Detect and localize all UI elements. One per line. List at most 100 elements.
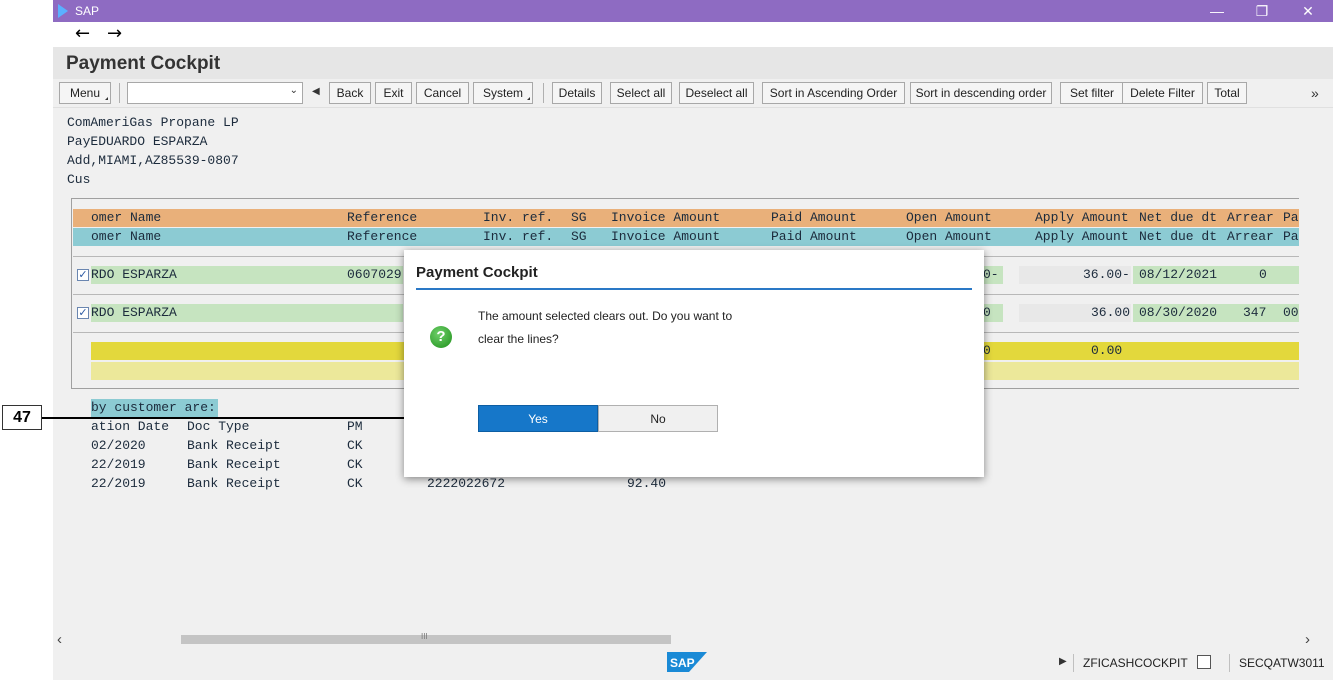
col-header-pa[interactable]: Pa (1283, 228, 1299, 246)
deselect-all-button[interactable]: Deselect all (679, 82, 754, 104)
menu-button[interactable]: Menu (59, 82, 111, 104)
col-header-date: ation Date (91, 419, 170, 434)
col-header-paid-amount[interactable]: Paid Amount (771, 228, 857, 246)
status-separator (1073, 654, 1074, 672)
arrear: 347 (1243, 305, 1267, 320)
total-open-amount: 0 (983, 343, 991, 358)
arrear: 0 (1259, 267, 1267, 282)
col-header-reference[interactable]: Reference (347, 209, 417, 227)
system-button[interactable]: System (473, 82, 533, 104)
close-button[interactable]: ✕ (1296, 1, 1320, 21)
set-filter-button[interactable]: Set filter (1060, 82, 1124, 104)
page-title: Payment Cockpit (66, 53, 221, 74)
payment-reference: 2222022672 (427, 476, 506, 491)
command-field[interactable]: ⌄ (127, 82, 303, 104)
yes-button[interactable]: Yes (478, 405, 598, 432)
collapse-left-icon[interactable]: ◀ (312, 86, 320, 97)
pa: 00 (1283, 305, 1299, 320)
address-line: Cus (67, 172, 91, 187)
minimize-button[interactable]: — (1205, 1, 1229, 21)
col-header-apply-amount[interactable]: Apply Amount (1035, 209, 1129, 227)
customer-name: RDO ESPARZA (91, 267, 177, 282)
chevron-down-icon[interactable]: ⌄ (290, 85, 298, 96)
confirm-dialog: Payment Cockpit ? The amount selected cl… (404, 250, 984, 477)
status-separator (1229, 654, 1230, 672)
col-header-name[interactable]: omer Name (91, 228, 161, 246)
net-due-date: 08/12/2021 (1139, 267, 1218, 282)
col-header-pm: PM (347, 419, 363, 434)
row-checkbox[interactable]: ✓ (77, 269, 89, 281)
scroll-left-icon[interactable]: ‹ (57, 631, 62, 648)
address-line: PayEDUARDO ESPARZA (67, 134, 208, 149)
payment-date: 02/2020 (91, 438, 146, 453)
col-header-net-due[interactable]: Net due dt (1139, 228, 1217, 246)
total-apply-amount: 0.00 (1091, 343, 1123, 358)
cancel-button[interactable]: Cancel (416, 82, 469, 104)
scroll-right-icon[interactable]: › (1305, 631, 1310, 648)
no-button[interactable]: No (598, 405, 718, 432)
nav-bar: ← → (53, 22, 1333, 47)
exit-button[interactable]: Exit (375, 82, 412, 104)
col-header-open-amount[interactable]: Open Amount (906, 228, 992, 246)
payment-method: CK (347, 438, 363, 453)
col-header-inv-ref[interactable]: Inv. ref. (483, 228, 553, 246)
session-info-icon[interactable] (1197, 655, 1211, 669)
select-all-button[interactable]: Select all (610, 82, 672, 104)
col-header-invoice-amount[interactable]: Invoice Amount (611, 209, 720, 227)
status-bar: SAP ▶ ZFICASHCOCKPIT SECQATW3011 (53, 650, 1333, 678)
svg-text:SAP: SAP (670, 656, 695, 670)
play-icon[interactable]: ▶ (1059, 656, 1067, 667)
row-checkbox[interactable]: ✓ (77, 307, 89, 319)
address-line: ComAmeriGas Propane LP (67, 115, 239, 130)
dialog-message-line: The amount selected clears out. Do you w… (478, 309, 733, 323)
apply-amount[interactable]: 36.00 (1091, 304, 1130, 322)
open-amount: 0 (983, 305, 991, 320)
apply-amount[interactable]: 36.00- (1083, 266, 1130, 284)
address-line: Add,MIAMI,AZ85539-0807 (67, 153, 239, 168)
col-header-arrear[interactable]: Arrear (1227, 228, 1274, 246)
transaction-code: ZFICASHCOCKPIT (1083, 656, 1188, 670)
payment-date: 22/2019 (91, 457, 146, 472)
col-header-invoice-amount[interactable]: Invoice Amount (611, 228, 720, 246)
col-header-open-amount[interactable]: Open Amount (906, 209, 992, 227)
back-button[interactable]: Back (329, 82, 371, 104)
col-header-inv-ref[interactable]: Inv. ref. (483, 209, 553, 227)
toolbar-separator (119, 83, 120, 103)
payment-amount: 92.40 (627, 476, 667, 491)
net-due-date: 08/30/2020 (1139, 305, 1218, 320)
col-header-sg[interactable]: SG (571, 228, 587, 246)
dialog-title: Payment Cockpit (416, 264, 538, 281)
dialog-message-line: clear the lines? (478, 332, 559, 346)
total-button[interactable]: Total (1207, 82, 1247, 104)
scroll-grip-icon: III (421, 632, 428, 641)
col-header-arrear[interactable]: Arrear (1227, 209, 1274, 227)
horizontal-scrollbar[interactable]: ‹ III › (53, 631, 1333, 649)
back-arrow-icon[interactable]: ← (75, 23, 90, 44)
col-header-name[interactable]: omer Name (91, 209, 161, 227)
dialog-message: The amount selected clears out. Do you w… (478, 305, 798, 351)
col-header-paid-amount[interactable]: Paid Amount (771, 209, 857, 227)
page-header: Payment Cockpit (53, 47, 1333, 79)
customer-name: RDO ESPARZA (91, 305, 177, 320)
sort-ascending-button[interactable]: Sort in Ascending Order (762, 82, 905, 104)
col-header-net-due[interactable]: Net due dt (1139, 209, 1217, 227)
sap-logo-icon: SAP (667, 652, 707, 672)
col-header-sg[interactable]: SG (571, 209, 587, 227)
col-header-apply-amount[interactable]: Apply Amount (1035, 228, 1129, 246)
col-header-doctype: Doc Type (187, 419, 250, 434)
open-amount: 0- (983, 267, 999, 282)
window-title: SAP (75, 4, 100, 18)
step-annotation: 47 (2, 405, 42, 430)
col-header-reference[interactable]: Reference (347, 228, 417, 246)
more-icon[interactable]: » (1311, 85, 1319, 101)
dialog-title-underline (416, 288, 972, 290)
restore-button[interactable]: ❐ (1250, 1, 1274, 21)
payment-method: CK (347, 457, 363, 472)
forward-arrow-icon[interactable]: → (107, 23, 122, 44)
col-header-pa[interactable]: Pa (1283, 209, 1299, 227)
sort-descending-button[interactable]: Sort in descending order (910, 82, 1052, 104)
delete-filter-button[interactable]: Delete Filter (1122, 82, 1203, 104)
details-button[interactable]: Details (552, 82, 602, 104)
payment-date: 22/2019 (91, 476, 146, 491)
payments-heading: by customer are: (91, 400, 216, 415)
